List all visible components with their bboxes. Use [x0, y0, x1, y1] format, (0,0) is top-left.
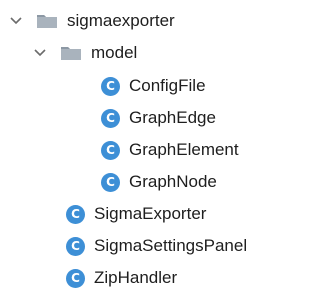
class-icon: C — [101, 108, 120, 128]
tree-node-label: SigmaSettingsPanel — [94, 236, 248, 255]
project-tree: sigmaexporter model C ConfigFile C Graph… — [0, 0, 270, 289]
class-icon: C — [66, 236, 85, 256]
tree-node-class[interactable]: C SigmaExporter — [66, 198, 206, 230]
tree-node-class[interactable]: C GraphNode — [101, 166, 217, 198]
chevron-down-icon[interactable] — [30, 43, 50, 63]
tree-node-label: SigmaExporter — [94, 204, 207, 223]
tree-node-class[interactable]: C ZipHandler — [66, 262, 177, 294]
folder-icon — [36, 13, 58, 29]
tree-node-class[interactable]: C GraphElement — [101, 134, 239, 166]
tree-node-sigmaexporter[interactable]: sigmaexporter — [6, 5, 175, 37]
tree-node-class[interactable]: C GraphEdge — [101, 102, 216, 134]
class-icon: C — [66, 204, 85, 224]
tree-node-label: sigmaexporter — [67, 11, 175, 30]
tree-node-label: GraphEdge — [129, 108, 216, 127]
class-icon: C — [66, 268, 85, 288]
tree-node-label: ZipHandler — [94, 268, 178, 287]
tree-node-class[interactable]: C ConfigFile — [101, 70, 206, 102]
class-icon: C — [101, 140, 120, 160]
tree-node-label: model — [91, 43, 138, 62]
tree-node-label: GraphElement — [129, 140, 239, 159]
folder-icon — [60, 45, 82, 61]
tree-node-model[interactable]: model — [30, 37, 137, 69]
tree-node-label: ConfigFile — [129, 76, 206, 95]
class-icon: C — [101, 172, 120, 192]
tree-node-label: GraphNode — [129, 172, 217, 191]
chevron-down-icon[interactable] — [6, 11, 26, 31]
class-icon: C — [101, 76, 120, 96]
tree-node-class[interactable]: C SigmaSettingsPanel — [66, 230, 247, 262]
